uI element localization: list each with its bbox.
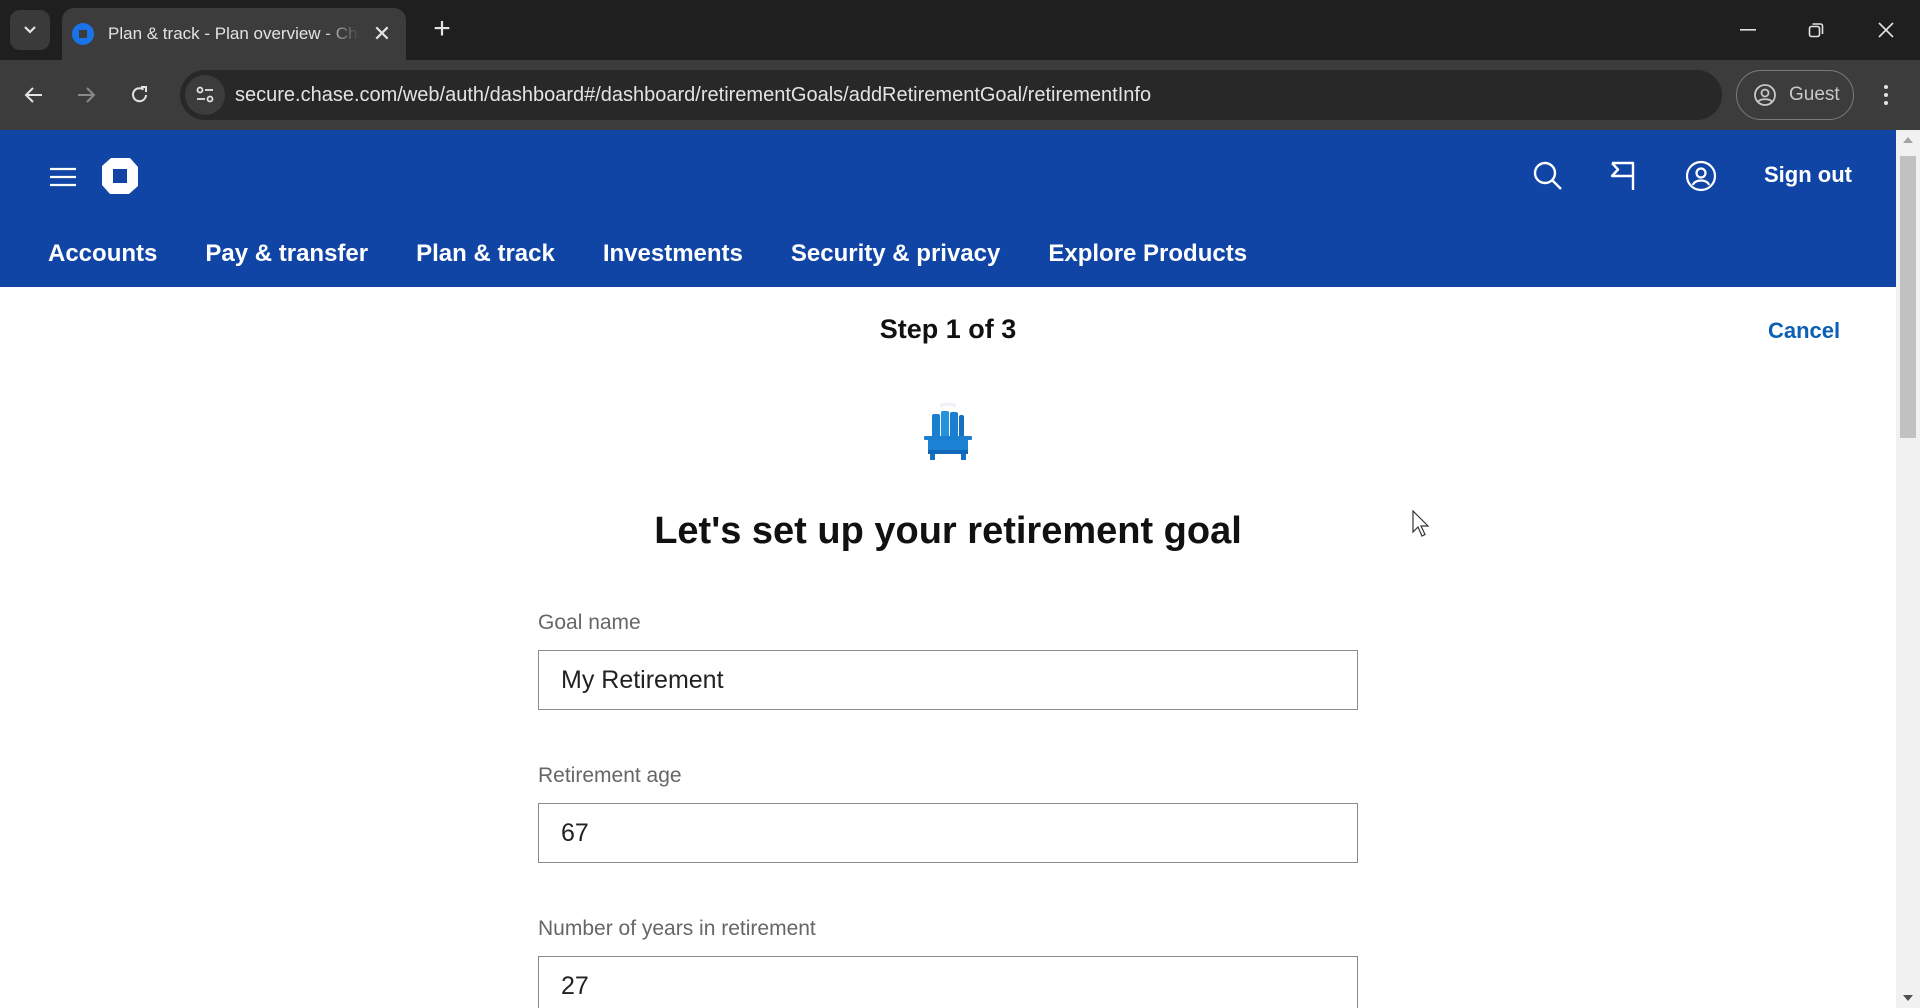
site-header: Sign out Accounts Pay & transfer Plan & …: [0, 130, 1896, 287]
forward-button[interactable]: [66, 75, 106, 115]
tune-icon: [196, 86, 214, 103]
search-button[interactable]: [1528, 156, 1568, 196]
triangle-up-icon: [1903, 137, 1913, 143]
nav-investments[interactable]: Investments: [603, 240, 743, 274]
step-indicator: Step 1 of 3: [879, 314, 1017, 344]
goal-name-label: Goal name: [538, 611, 641, 634]
retirement-age-input[interactable]: [538, 803, 1358, 863]
page-title: Let's set up your retirement goal: [654, 510, 1242, 552]
chase-logo-icon: [102, 158, 138, 194]
restore-icon: [1808, 23, 1824, 38]
tab-close-button[interactable]: ✕: [370, 21, 394, 47]
tab-list-button[interactable]: [10, 10, 50, 50]
close-icon: [1878, 22, 1894, 38]
tab-title: Plan & track - Plan overview - Chase: [108, 24, 360, 43]
nav-explore-products[interactable]: Explore Products: [1048, 240, 1247, 274]
url-text[interactable]: secure.chase.com/web/auth/dashboard#/das…: [235, 84, 1151, 107]
close-window-button[interactable]: [1866, 12, 1906, 48]
profile-menu-button[interactable]: [1681, 156, 1721, 196]
site-info-button[interactable]: [185, 75, 225, 115]
browser-tab[interactable]: Plan & track - Plan overview - Chase ✕: [62, 8, 406, 60]
menu-button[interactable]: [46, 160, 80, 194]
nav-security-privacy[interactable]: Security & privacy: [791, 240, 1000, 274]
nav-pay-transfer[interactable]: Pay & transfer: [205, 240, 368, 274]
restore-button[interactable]: [1796, 12, 1836, 48]
arrow-right-icon: [78, 87, 96, 103]
years-in-retirement-input[interactable]: [538, 956, 1358, 1008]
nav-plan-track[interactable]: Plan & track: [416, 240, 555, 274]
kebab-icon: [1884, 85, 1888, 105]
search-icon: [1533, 161, 1562, 190]
minimize-icon: [1740, 29, 1756, 31]
new-tab-button[interactable]: +: [424, 12, 460, 48]
profile-label: Guest: [1789, 84, 1840, 105]
page-scrollbar[interactable]: [1896, 130, 1920, 1008]
scrollbar-thumb[interactable]: [1900, 156, 1916, 438]
cancel-link[interactable]: Cancel: [1768, 318, 1840, 344]
reload-button[interactable]: [120, 75, 160, 115]
minimize-button[interactable]: [1728, 12, 1768, 48]
scroll-up-button[interactable]: [1896, 130, 1920, 150]
arrow-left-icon: [24, 87, 42, 103]
sign-out-link[interactable]: Sign out: [1764, 162, 1852, 188]
mouse-cursor-icon: [1412, 509, 1432, 543]
chase-favicon-icon: [72, 23, 94, 45]
retirement-age-label: Retirement age: [538, 764, 682, 787]
browser-tab-strip: Plan & track - Plan overview - Chase ✕ +: [0, 0, 1920, 60]
main-nav: Accounts Pay & transfer Plan & track Inv…: [48, 240, 1295, 274]
nav-accounts[interactable]: Accounts: [48, 240, 157, 274]
page-content: Sign out Accounts Pay & transfer Plan & …: [0, 130, 1896, 1008]
back-button[interactable]: [14, 75, 54, 115]
goal-name-input[interactable]: [538, 650, 1358, 710]
person-circle-icon: [1754, 84, 1776, 106]
scroll-down-button[interactable]: [1896, 988, 1920, 1008]
chevron-down-icon: [24, 26, 36, 34]
profile-icon: [1685, 160, 1717, 192]
menu-icon: [50, 167, 76, 187]
reload-icon: [132, 86, 147, 103]
chase-logo[interactable]: [100, 156, 140, 196]
beach-chair-icon: [918, 402, 978, 462]
years-in-retirement-label: Number of years in retirement: [538, 917, 816, 940]
address-bar[interactable]: secure.chase.com/web/auth/dashboard#/das…: [180, 70, 1722, 120]
browser-menu-button[interactable]: [1874, 75, 1898, 115]
messages-button[interactable]: [1604, 156, 1644, 196]
profile-button[interactable]: Guest: [1736, 70, 1854, 120]
flag-icon: [1610, 161, 1635, 190]
browser-toolbar: secure.chase.com/web/auth/dashboard#/das…: [0, 60, 1920, 130]
triangle-down-icon: [1903, 995, 1913, 1001]
